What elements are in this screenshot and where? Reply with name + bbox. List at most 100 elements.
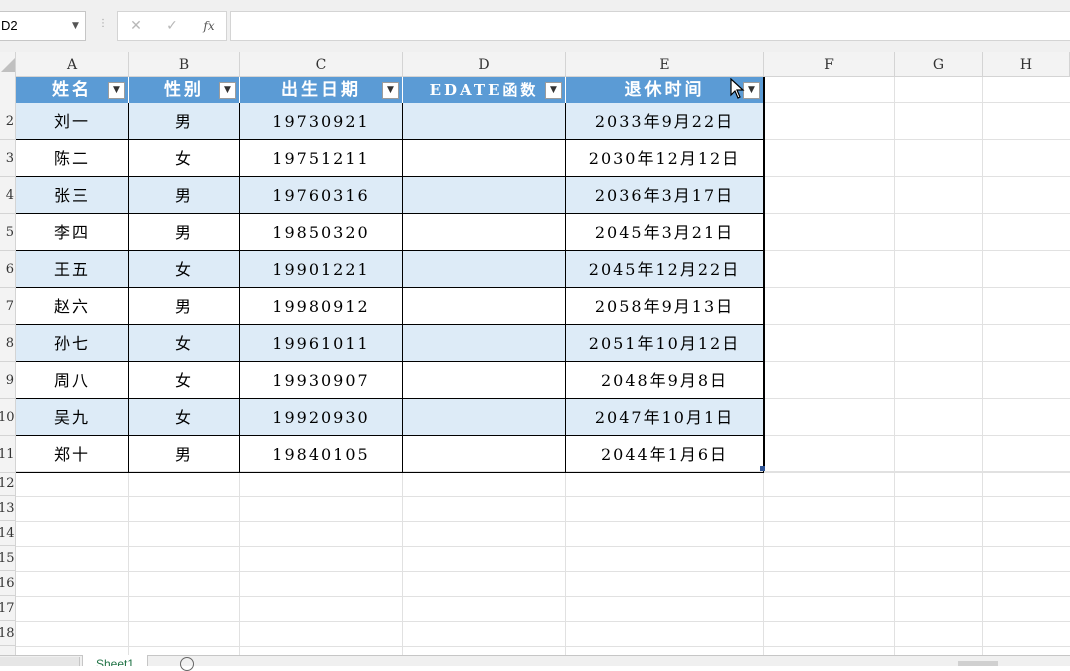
chevron-down-icon[interactable]: ▼ <box>72 11 84 41</box>
row-number: 18 <box>0 626 15 641</box>
formula-input[interactable] <box>230 11 1070 41</box>
table-cell-gender[interactable]: 女 <box>129 399 240 436</box>
table-cell-retire-date[interactable]: 2033年9月22日 <box>566 103 764 140</box>
row-header-8[interactable]: 8 <box>0 325 16 362</box>
gridline-horizontal <box>764 213 1070 214</box>
column-header-f[interactable]: F <box>764 52 895 77</box>
row-header-13[interactable]: 13 <box>0 496 16 521</box>
table-cell-edate[interactable] <box>403 436 566 473</box>
row-header-3[interactable]: 3 <box>0 140 16 177</box>
row-header-12[interactable]: 12 <box>0 471 16 496</box>
table-cell-retire-date[interactable]: 2051年10月12日 <box>566 325 764 362</box>
column-header-e[interactable]: E <box>566 52 764 77</box>
table-cell-edate[interactable] <box>403 362 566 399</box>
table-cell-name[interactable]: 吴九 <box>16 399 129 436</box>
table-cell-edate[interactable] <box>403 399 566 436</box>
table-cell-edate[interactable] <box>403 140 566 177</box>
table-cell-gender[interactable]: 女 <box>129 362 240 399</box>
row-header-6[interactable]: 6 <box>0 251 16 288</box>
column-header-c[interactable]: C <box>240 52 403 77</box>
row-header-7[interactable]: 7 <box>0 288 16 325</box>
table-cell-name[interactable]: 李四 <box>16 214 129 251</box>
table-cell-gender[interactable]: 男 <box>129 288 240 325</box>
cancel-icon[interactable]: ✕ <box>126 11 146 41</box>
sheet-tab[interactable]: Sheet1 <box>82 655 148 666</box>
table-cell-name[interactable]: 张三 <box>16 177 129 214</box>
table-cell-edate[interactable] <box>403 325 566 362</box>
table-cell-gender[interactable]: 男 <box>129 177 240 214</box>
row-header-5[interactable]: 5 <box>0 214 16 251</box>
row-header-9[interactable]: 9 <box>0 362 16 399</box>
horizontal-scrollbar[interactable] <box>940 660 1070 666</box>
table-cell-name[interactable]: 刘一 <box>16 103 129 140</box>
row-header-17[interactable]: 17 <box>0 596 16 621</box>
filter-dropdown-icon[interactable]: ▼ <box>219 82 236 99</box>
filter-dropdown-icon[interactable]: ▼ <box>108 82 125 99</box>
table-cell-retire-date[interactable]: 2048年9月8日 <box>566 362 764 399</box>
table-cell-gender[interactable]: 女 <box>129 140 240 177</box>
table-cell-name[interactable]: 王五 <box>16 251 129 288</box>
column-header-a[interactable]: A <box>16 52 129 77</box>
table-cell-name[interactable]: 周八 <box>16 362 129 399</box>
table-cell-birth-date[interactable]: 19760316 <box>240 177 403 214</box>
row-header-4[interactable]: 4 <box>0 177 16 214</box>
filter-dropdown-icon[interactable]: ▼ <box>545 82 562 99</box>
table-cell-gender[interactable]: 男 <box>129 214 240 251</box>
table-cell-birth-date[interactable]: 19751211 <box>240 140 403 177</box>
table-cell-name[interactable]: 陈二 <box>16 140 129 177</box>
row-number: 2 <box>5 114 14 129</box>
table-cell-edate[interactable] <box>403 103 566 140</box>
table-cell-retire-date[interactable]: 2030年12月12日 <box>566 140 764 177</box>
table-cell-gender[interactable]: 女 <box>129 325 240 362</box>
table-cell-birth-date[interactable]: 19961011 <box>240 325 403 362</box>
table-cell-name[interactable]: 郑十 <box>16 436 129 473</box>
row-header-15[interactable]: 15 <box>0 546 16 571</box>
table-header-birth-date[interactable]: 出生日期 <box>240 77 403 103</box>
table-cell-birth-date[interactable]: 19901221 <box>240 251 403 288</box>
table-cell-gender[interactable]: 男 <box>129 436 240 473</box>
table-cell-birth-date[interactable]: 19730921 <box>240 103 403 140</box>
column-header-h[interactable]: H <box>983 52 1070 77</box>
row-header-2[interactable]: 2 <box>0 103 16 140</box>
gridline-horizontal <box>16 546 1070 547</box>
table-cell-birth-date[interactable]: 19980912 <box>240 288 403 325</box>
table-cell-edate[interactable] <box>403 177 566 214</box>
table-cell-retire-date[interactable]: 2036年3月17日 <box>566 177 764 214</box>
row-header-16[interactable]: 16 <box>0 571 16 596</box>
table-cell-retire-date[interactable]: 2044年1月6日 <box>566 436 764 473</box>
gridline-horizontal <box>764 176 1070 177</box>
row-header-18[interactable]: 18 <box>0 621 16 646</box>
sheet-tab-bar <box>0 655 1070 666</box>
column-header-g[interactable]: G <box>895 52 983 77</box>
row-number: 9 <box>5 373 14 388</box>
add-sheet-icon[interactable] <box>180 657 194 671</box>
row-number: 3 <box>5 151 14 166</box>
table-cell-name[interactable]: 孙七 <box>16 325 129 362</box>
row-header-14[interactable]: 14 <box>0 521 16 546</box>
confirm-icon[interactable]: ✓ <box>162 11 182 41</box>
table-cell-edate[interactable] <box>403 214 566 251</box>
row-header-10[interactable]: 10 <box>0 399 16 436</box>
table-cell-retire-date[interactable]: 2047年10月1日 <box>566 399 764 436</box>
table-cell-retire-date[interactable]: 2045年3月21日 <box>566 214 764 251</box>
table-cell-gender[interactable]: 女 <box>129 251 240 288</box>
insert-function-icon[interactable]: fx <box>198 11 220 41</box>
table-cell-retire-date[interactable]: 2058年9月13日 <box>566 288 764 325</box>
table-cell-edate[interactable] <box>403 288 566 325</box>
column-header-d[interactable]: D <box>403 52 566 77</box>
table-cell-birth-date[interactable]: 19850320 <box>240 214 403 251</box>
row-number: 8 <box>5 336 14 351</box>
table-cell-birth-date[interactable]: 19930907 <box>240 362 403 399</box>
filter-dropdown-icon[interactable]: ▼ <box>382 82 399 99</box>
table-header-edate[interactable]: EDATE函数 <box>403 77 566 103</box>
table-cell-name[interactable]: 赵六 <box>16 288 129 325</box>
table-cell-birth-date[interactable]: 19840105 <box>240 436 403 473</box>
sheet-nav-buttons[interactable] <box>0 657 80 666</box>
table-cell-retire-date[interactable]: 2045年12月22日 <box>566 251 764 288</box>
column-header-b[interactable]: B <box>129 52 240 77</box>
table-cell-edate[interactable] <box>403 251 566 288</box>
row-header-11[interactable]: 11 <box>0 436 16 473</box>
table-cell-birth-date[interactable]: 19920930 <box>240 399 403 436</box>
table-cell-gender[interactable]: 男 <box>129 103 240 140</box>
table-resize-handle[interactable] <box>760 466 765 471</box>
